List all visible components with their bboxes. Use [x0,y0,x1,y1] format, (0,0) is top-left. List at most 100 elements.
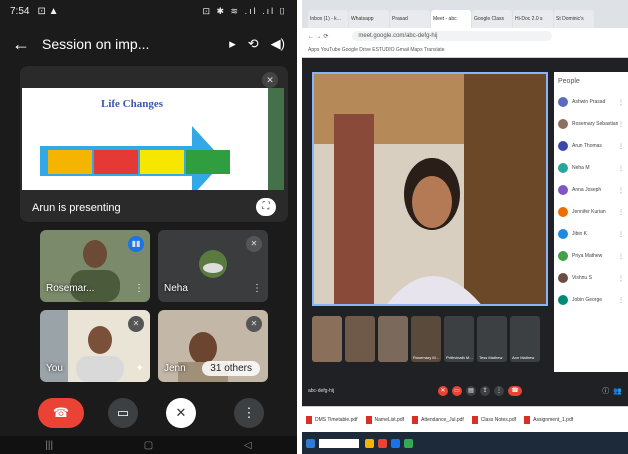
others-count-badge[interactable]: 31 others [202,361,260,376]
effects-icon[interactable]: ✦ [136,363,144,374]
info-icon[interactable]: ⓘ [602,386,609,396]
captions-icon[interactable]: ▤ [466,386,476,396]
meeting-title[interactable]: Session on imp... [42,36,217,52]
people-list-item[interactable]: Jibin K ⋮ [554,223,628,245]
participant-tile[interactable]: ✕ You ✦ [40,310,150,382]
thumbnail-name: Prithvinath M... [446,355,473,360]
download-item[interactable]: DMS Timetable.pdf [306,415,358,424]
participant-thumbnail[interactable]: Ann Mathew [510,316,540,362]
thumbnail-name: Tess Mathew [479,355,503,360]
more-options-icon[interactable]: ⋮ [618,121,624,128]
camera-icon[interactable]: ▭ [108,398,138,428]
participant-tile[interactable]: ▮▮ Rosemar... ⋮ [40,230,150,302]
windows-taskbar [302,432,628,454]
presentation-tile[interactable]: ✕ Life Changes Arun is presenting ⛶ [20,66,288,222]
status-icons-left: ⊡ ▲ [37,5,59,17]
more-options-icon[interactable]: ⋮ [618,99,624,106]
participant-thumbnail[interactable]: Prithvinath M... [444,316,474,362]
people-list-item[interactable]: Ashwin Prasad ⋮ [554,91,628,113]
back-arrow-icon[interactable]: ← [12,34,42,55]
edge-icon[interactable] [391,438,400,448]
main-video[interactable] [312,72,548,306]
fullscreen-icon[interactable]: ⛶ [256,198,276,216]
thumbnail-name: Rosemary M... [413,355,440,360]
chevron-right-icon[interactable]: ▸ [229,36,236,52]
download-filename: Class Notes.pdf [480,416,517,423]
participant-thumbnail[interactable] [312,316,342,362]
participant-tile[interactable]: ✕ Jenn 31 others [158,310,268,382]
slide-box [186,150,230,174]
people-list-item[interactable]: Rosemary Sebastian ⋮ [554,113,628,135]
more-options-icon[interactable]: ⋮ [234,398,264,428]
more-options-icon[interactable]: ⋮ [618,231,624,238]
more-options-icon[interactable]: ⋮ [618,187,624,194]
present-icon[interactable]: ⇪ [480,386,490,396]
participant-thumbnail[interactable] [378,316,408,362]
browser-tab[interactable]: Inbox (1) - k... [308,10,348,28]
people-icon[interactable]: 👥 [613,387,622,395]
browser-tab[interactable]: Hi-Doc 2.0 s [513,10,553,28]
browser-tab[interactable]: St Dominic's [554,10,594,28]
home-icon[interactable]: ▢ [144,440,153,451]
url-field[interactable]: meet.google.com/abc-defg-hij [352,31,553,41]
download-item[interactable]: Assignment_1.pdf [524,415,573,424]
search-box[interactable] [319,438,359,448]
avatar [558,207,568,217]
end-call-icon[interactable]: ☎ [38,398,84,428]
avatar [558,97,568,107]
more-options-icon[interactable]: ⋮ [618,297,624,304]
back-icon[interactable]: ◁ [244,440,252,451]
avatar [558,163,568,173]
more-options-icon[interactable]: ⋮ [618,165,624,172]
people-panel: People Ashwin Prasad ⋮ Rosemary Sebastian ⋮… [554,72,628,372]
folder-icon[interactable] [365,438,374,448]
meeting-app-bar: ← Session on imp... ▸ ⟲ ◀) [0,24,297,64]
android-nav-bar: ||| ▢ ◁ [0,436,297,454]
people-list-item[interactable]: Jobin George ⋮ [554,289,628,311]
people-list-item[interactable]: Arun Thomas ⋮ [554,135,628,157]
participant-tile[interactable]: ✕ Neha ⋮ [158,230,268,302]
nav-arrows-icon[interactable]: ← → ⟳ [308,33,328,40]
more-options-icon[interactable]: ⋮ [618,143,624,150]
mic-off-icon[interactable]: ✕ [166,398,196,428]
mic-off-icon[interactable]: ✕ [438,386,448,396]
participant-name: You [46,363,63,374]
more-options-icon[interactable]: ⋮ [134,283,144,294]
participant-thumbnail[interactable]: Rosemary M... [411,316,441,362]
more-options-icon[interactable]: ⋮ [494,386,504,396]
recents-icon[interactable]: ||| [45,440,53,451]
speaker-icon[interactable]: ◀) [271,36,285,52]
switch-camera-icon[interactable]: ⟲ [248,36,259,52]
start-icon[interactable] [306,438,315,448]
people-list-item[interactable]: Anna Joseph ⋮ [554,179,628,201]
more-options-icon[interactable]: ⋮ [618,275,624,282]
download-item[interactable]: Attendance_Jul.pdf [412,415,464,424]
more-options-icon[interactable]: ⋮ [618,209,624,216]
pdf-file-icon [306,415,312,424]
mic-off-icon: ✕ [246,236,262,252]
app-icon[interactable] [404,438,413,448]
more-options-icon[interactable]: ⋮ [252,283,262,294]
status-time: 7:54 [10,5,30,17]
meeting-code: abc-defg-hij [308,388,335,394]
end-call-icon[interactable]: ☎ [508,386,522,396]
person-name: Priya Mathew [572,253,603,259]
download-item[interactable]: NameList.pdf [365,415,404,424]
more-options-icon[interactable]: ⋮ [618,253,624,260]
chrome-icon[interactable] [378,438,387,448]
slide-box [48,150,92,174]
people-list-item[interactable]: Jennifer Kurian ⋮ [554,201,628,223]
browser-tab[interactable]: Meet - abc [431,10,471,28]
people-list-item[interactable]: Priya Mathew ⋮ [554,245,628,267]
browser-tab[interactable]: Google Class [472,10,512,28]
address-bar: ← → ⟳ meet.google.com/abc-defg-hij [302,28,628,44]
browser-tab[interactable]: Prasad [390,10,430,28]
participant-thumbnail[interactable]: Tess Mathew [477,316,507,362]
people-list-item[interactable]: Vishnu S ⋮ [554,267,628,289]
participant-thumbnail[interactable] [345,316,375,362]
camera-off-icon[interactable]: ▭ [452,386,462,396]
people-list-item[interactable]: Neha M ⋮ [554,157,628,179]
participant-name: Rosemar... [46,283,95,294]
browser-tab[interactable]: Whatsapp [349,10,389,28]
download-item[interactable]: Class Notes.pdf [471,415,517,424]
